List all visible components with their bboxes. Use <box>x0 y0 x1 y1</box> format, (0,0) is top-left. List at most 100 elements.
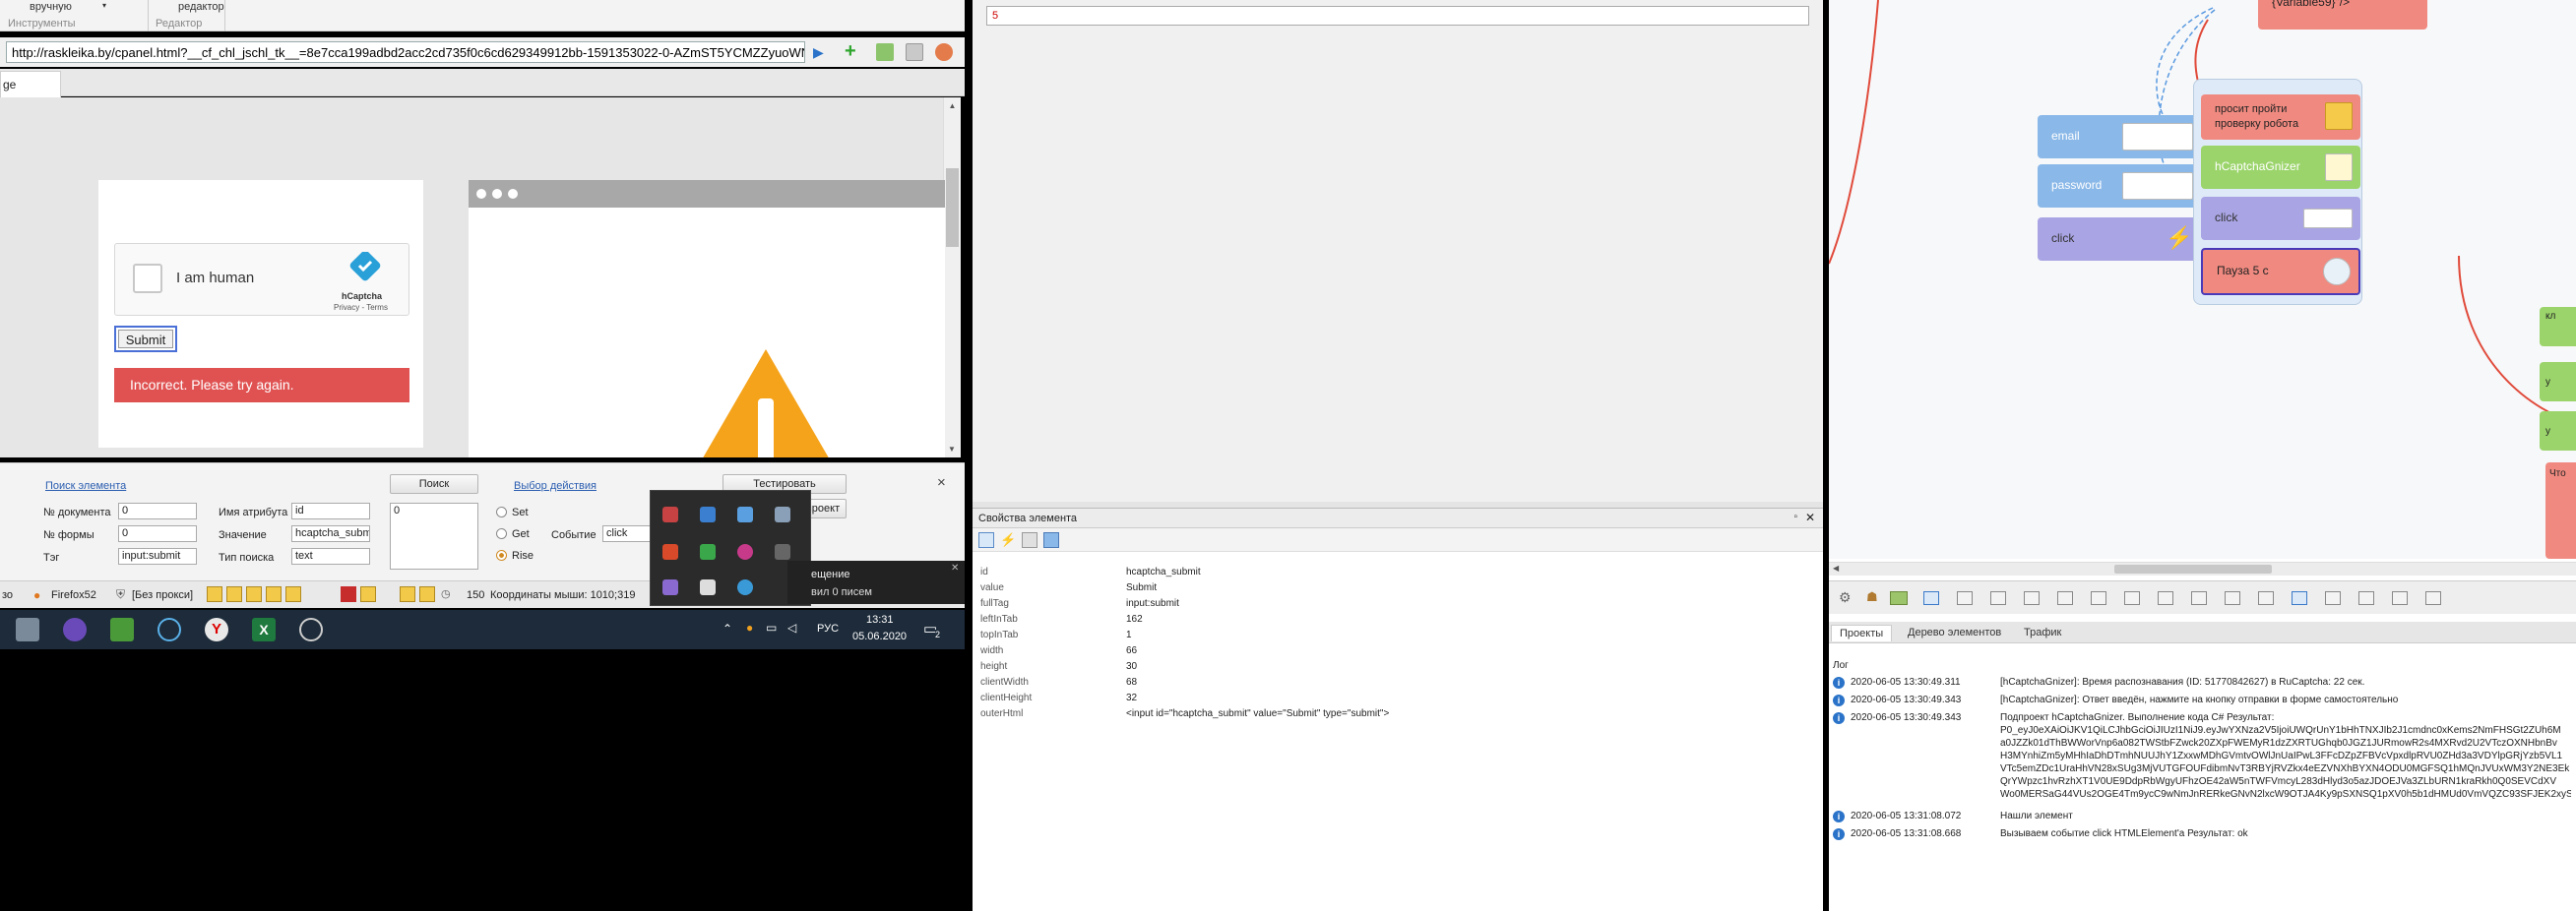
log-row[interactable]: i 2020-06-05 13:31:08.668 Вызываем событие… <box>1829 828 2576 842</box>
align-icon[interactable] <box>2358 591 2374 605</box>
notification-toast[interactable]: ✕ ещение вил 0 писем <box>787 561 965 604</box>
align-icon[interactable] <box>2392 591 2408 605</box>
align-icon[interactable] <box>2225 591 2240 605</box>
align-icon[interactable] <box>2024 591 2040 605</box>
tray-app-icon[interactable] <box>737 544 753 560</box>
user-icon[interactable]: ☗ <box>1866 589 1878 605</box>
maximize-icon[interactable]: ▫ <box>1793 512 1797 522</box>
captcha-checkbox[interactable] <box>133 264 162 293</box>
taskbar-app-icon[interactable] <box>16 618 39 641</box>
search-button[interactable]: Поиск <box>390 474 478 494</box>
align-icon[interactable] <box>1957 591 1973 605</box>
align-icon[interactable] <box>2292 591 2307 605</box>
log-row[interactable]: QrYWpzc1hvRzhXT1V0UE9DdpRbWgyUFhzOE42aW5… <box>1829 776 2576 790</box>
flow-node-edge[interactable]: у <box>2540 411 2576 451</box>
tray-fire-icon[interactable]: ● <box>746 621 753 635</box>
captcha-links[interactable]: Privacy - Terms <box>334 303 388 312</box>
align-icon[interactable] <box>2258 591 2274 605</box>
gear-icon[interactable]: ⚙ <box>1839 589 1852 606</box>
tray-app-icon[interactable] <box>775 544 790 560</box>
close-icon[interactable]: × <box>937 474 946 491</box>
event-field[interactable]: click <box>602 525 652 542</box>
page-icon[interactable] <box>906 43 923 61</box>
log-row[interactable]: i 2020-06-05 13:30:49.311 [hCaptchaGnizer]… <box>1829 677 2576 691</box>
form-no-field[interactable]: 0 <box>118 525 197 542</box>
clock-time[interactable]: 13:31 <box>866 614 894 626</box>
cookie-icon[interactable] <box>935 43 953 61</box>
flow-node-click-left[interactable]: click ⚡ <box>2038 217 2201 261</box>
radio-rise[interactable] <box>496 550 507 561</box>
submit-button[interactable]: Submit <box>118 330 173 348</box>
variable-input[interactable]: 5 <box>986 6 1809 26</box>
status-toggle-icon[interactable] <box>360 586 376 602</box>
log-row[interactable]: H3MYnhiZm5yMHhIaDhDTmhNUUJhY1ZxxwMDhGVmt… <box>1829 751 2576 764</box>
log-row[interactable]: i 2020-06-05 13:31:08.072 Нашли элемент <box>1829 811 2576 824</box>
flow-node-edge[interactable]: кл <box>2540 307 2576 346</box>
network-icon[interactable]: ▭ <box>766 621 777 635</box>
url-input[interactable]: http://raskleika.by/cpanel.html?__cf_chl… <box>6 41 805 63</box>
zennoposter-icon[interactable] <box>157 618 181 641</box>
card-icon[interactable] <box>1890 591 1908 605</box>
flow-node-hcaptcha[interactable]: hCaptchaGnizer <box>2201 146 2360 189</box>
status-toggle-icon[interactable] <box>207 586 222 602</box>
scrollbar-thumb[interactable] <box>2114 565 2272 574</box>
value-field[interactable]: hcaptcha_subm <box>291 525 370 542</box>
flow-node-top[interactable]: {Variable59}"/> <box>2258 0 2427 30</box>
flow-node-email[interactable]: email <box>2038 115 2201 158</box>
ribbon-editor-label[interactable]: редактор <box>178 1 224 13</box>
choose-action-link[interactable]: Выбор действия <box>514 480 597 492</box>
refresh-icon[interactable] <box>1043 532 1059 548</box>
radio-get[interactable] <box>496 528 507 539</box>
align-icon[interactable] <box>2091 591 2106 605</box>
close-icon[interactable]: ✕ <box>1805 511 1815 524</box>
attr-name-field[interactable]: id <box>291 503 370 519</box>
java-icon[interactable] <box>341 586 356 602</box>
tray-app-icon[interactable] <box>700 507 716 522</box>
align-icon[interactable] <box>2124 591 2140 605</box>
flow-node-pause[interactable]: Пауза 5 с <box>2201 248 2360 295</box>
tray-app-icon[interactable] <box>737 579 753 595</box>
flow-node-prompt[interactable]: просит пройти проверку робота <box>2201 94 2360 140</box>
status-toggle-icon[interactable] <box>226 586 242 602</box>
status-toggle-icon[interactable] <box>266 586 282 602</box>
zennoposter-icon[interactable] <box>299 618 323 641</box>
log-row[interactable]: i 2020-06-05 13:30:49.343 [hCaptchaGnizer]… <box>1829 695 2576 708</box>
flow-node-edge[interactable]: у <box>2540 362 2576 401</box>
tray-app-icon[interactable] <box>737 507 753 522</box>
scroll-left-icon[interactable]: ◀ <box>1833 564 1839 573</box>
status-toggle-icon[interactable] <box>285 586 301 602</box>
align-icon[interactable] <box>2425 591 2441 605</box>
flow-node-password[interactable]: password <box>2038 164 2201 208</box>
radio-set[interactable] <box>496 507 507 517</box>
log-row[interactable]: VTc5emZDc1UraHhVN28xSUg3MjVUTGFOUFdibmNv… <box>1829 763 2576 777</box>
tray-app-icon[interactable] <box>662 579 678 595</box>
doc-no-field[interactable]: 0 <box>118 503 197 519</box>
align-icon[interactable] <box>2158 591 2173 605</box>
log-row[interactable]: i 2020-06-05 13:30:49.343 Подпроект hCaptc… <box>1829 712 2576 726</box>
align-icon[interactable] <box>2191 591 2207 605</box>
tab-projects[interactable]: Проекты <box>1831 625 1893 641</box>
excel-icon[interactable]: X <box>252 618 276 641</box>
vertical-scrollbar[interactable]: ▲ ▼ <box>943 97 961 457</box>
status-toggle-icon[interactable] <box>400 586 415 602</box>
browser-tab[interactable]: ge <box>0 71 61 97</box>
close-icon[interactable]: ✕ <box>951 563 959 574</box>
taskbar-app-icon[interactable] <box>63 618 87 641</box>
tray-app-icon[interactable] <box>662 507 678 522</box>
tag-field[interactable]: input:submit <box>118 548 197 565</box>
log-row[interactable]: a0JZZk01dThBWWorVnp6a082TWStbFZwck20ZXpF… <box>1829 738 2576 752</box>
proxy-label[interactable]: [Без прокси] <box>132 589 193 601</box>
add-icon[interactable]: + <box>845 41 862 61</box>
flow-node-click-right[interactable]: click <box>2201 197 2360 240</box>
status-toggle-icon[interactable] <box>246 586 262 602</box>
tray-app-icon[interactable] <box>662 544 678 560</box>
scroll-up-icon[interactable]: ▲ <box>944 101 961 110</box>
yandex-icon[interactable]: Y <box>205 618 228 641</box>
table-icon[interactable] <box>876 43 894 61</box>
search-element-link[interactable]: Поиск элемента <box>45 480 126 492</box>
list-icon[interactable] <box>1022 532 1037 548</box>
chevron-down-icon[interactable]: ▾ <box>102 1 106 10</box>
clock-date[interactable]: 05.06.2020 <box>852 631 907 642</box>
align-icon[interactable] <box>1923 591 1939 605</box>
chevron-up-icon[interactable]: ⌃ <box>723 622 732 636</box>
